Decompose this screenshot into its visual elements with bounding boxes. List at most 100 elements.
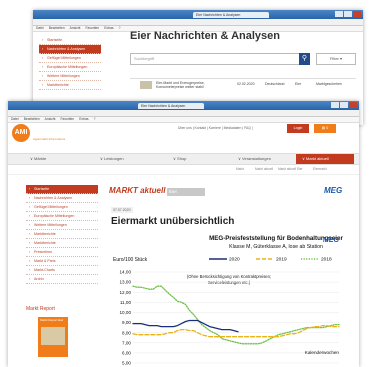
menu-item[interactable]: Datei [11, 117, 19, 121]
subnav-link[interactable]: Markt aktuell [255, 165, 273, 174]
front-sidebar-item[interactable]: Startseite [26, 185, 98, 194]
news-title: Eier-Markt und Erzeugerpreise, Konsumeie… [156, 81, 205, 89]
news-region: Deutschland [265, 82, 285, 86]
nav-item[interactable]: ∨ Markt aktuell [296, 154, 354, 164]
nav-item-label: Leistungen [104, 156, 124, 161]
nav-item-label: Shop [177, 156, 187, 161]
nav-item[interactable]: ∨ Veranstaltungen [238, 154, 271, 164]
menu-item[interactable]: Datei [36, 26, 44, 30]
back-search-button[interactable]: ⚲ [299, 53, 310, 65]
back-window-controls [335, 11, 361, 17]
back-address-bar[interactable] [33, 19, 363, 26]
top-links[interactable]: Über uns | Kontakt | Karriere | Mediadat… [178, 126, 253, 130]
back-heading: Eier Nachrichten & Analysen [130, 30, 280, 42]
meg-logo: MEG [324, 186, 343, 195]
front-sidebar-item[interactable]: Geflügel Mitteilungen [26, 203, 98, 212]
legend-label: 2020 [229, 257, 240, 263]
back-sidebar-item[interactable]: Europäische Mitteilungen [39, 63, 101, 72]
back-browser-tab[interactable]: Eier Nachrichten & Analysen [193, 12, 269, 18]
main-nav: ∨ Märkte ∨ Leistungen ∨ Shop ∨ Veranstaltun… [8, 153, 359, 165]
menu-item[interactable]: Favoriten [85, 26, 99, 30]
markt-report-item: Markt Report Eier [40, 318, 64, 322]
front-window-controls [331, 102, 357, 108]
news-tag: Marktgeschehen [316, 82, 342, 86]
chart-annotation: Serviceleistungen etc.) [208, 280, 251, 285]
back-sidebar-item[interactable]: Nachrichten & Analysen [39, 45, 101, 54]
nav-item[interactable]: ∨ Leistungen [100, 154, 124, 164]
login-button[interactable]: Login [287, 124, 309, 133]
back-sidebar-item[interactable]: Startseite [39, 36, 101, 45]
minimize-icon[interactable] [331, 102, 339, 108]
ami-logo[interactable]: AMI [12, 124, 30, 142]
article-headline: Eiermarkt unübersichtlich [111, 216, 235, 227]
menu-item[interactable]: Ansicht [70, 26, 81, 30]
back-search-input[interactable]: Suchbegriff [130, 53, 301, 65]
y-tick-label: 13,00 [120, 280, 132, 285]
front-browser-tab[interactable]: Eier Nachrichten & Analysen [138, 103, 204, 109]
back-titlebar: Eier Nachrichten & Analysen [33, 10, 363, 19]
x-axis-label: Kalenderwochen [305, 350, 340, 355]
y-tick-label: 7,00 [122, 340, 131, 345]
front-sidebar-item[interactable]: Archiv [26, 275, 98, 284]
menu-item[interactable]: Favoriten [60, 117, 74, 121]
y-tick-label: 12,00 [120, 290, 132, 295]
back-filter-button[interactable]: Filter ▾ [316, 53, 356, 65]
front-sidebar-item[interactable]: Preisreihen [26, 248, 98, 257]
front-sidebar-item[interactable]: Weitere Mitteilungen [26, 221, 98, 230]
back-sidebar-item[interactable]: Weitere Mitteilungen [39, 72, 101, 81]
menu-item[interactable]: ? [119, 26, 121, 30]
brand-bar: MARKT aktuell Eier MEG [109, 185, 351, 199]
markt-aktuell-title: MARKT aktuell [109, 186, 166, 195]
cart-button[interactable]: ▤ 0 [314, 124, 336, 133]
front-sidebar-item[interactable]: Marktberichte [26, 230, 98, 239]
menu-item[interactable]: Extras [79, 117, 88, 121]
front-browser-window: Eier Nachrichten & Analysen Datei Bearbei… [8, 101, 359, 367]
maximize-icon[interactable] [344, 11, 352, 17]
front-sidebar-item[interactable]: Nachrichten & Analysen [26, 194, 98, 203]
menu-item[interactable]: Bearbeiten [24, 117, 40, 121]
nav-item[interactable]: ∨ Märkte [30, 154, 46, 164]
menu-item[interactable]: ? [94, 117, 96, 121]
legend-label: 2019 [276, 257, 287, 263]
menu-item[interactable]: Extras [104, 26, 113, 30]
subnav-link[interactable]: Markt aktuell Eier [278, 165, 303, 174]
brand-suffix-badge: Eier [167, 188, 205, 196]
subnav-link[interactable]: Markt [236, 165, 244, 174]
close-icon[interactable] [349, 102, 357, 108]
sub-nav: Markt Markt aktuell Markt aktuell Eier Eier… [8, 165, 359, 175]
back-sidebar-item[interactable]: Geflügel Mitteilungen [39, 54, 101, 63]
back-sidebar-item[interactable]: Marktberichte [39, 81, 101, 90]
price-chart: MEG-Preisfeststellung für Bodenhaltungse… [113, 235, 343, 366]
filter-label: Filter [329, 56, 339, 61]
markt-report-heading: Markt Report [26, 306, 55, 312]
markt-report-cover[interactable]: Markt Report Eier [38, 317, 68, 357]
menu-item[interactable]: Ansicht [45, 117, 56, 121]
y-tick-label: 14,00 [120, 270, 132, 275]
front-sidebar-item[interactable]: Europäische Mitteilungen [26, 212, 98, 221]
front-sidebar-item[interactable]: Markt & Preis [26, 257, 98, 266]
front-sidebar: StartseiteNachrichten & AnalysenGeflügel… [26, 185, 98, 284]
front-address-bar[interactable] [8, 110, 359, 117]
news-category: Eier [295, 82, 302, 86]
cart-count: 0 [326, 126, 329, 130]
logo-text: AMI [14, 129, 28, 136]
front-sidebar-item[interactable]: Marktberichte [26, 239, 98, 248]
y-axis-label: Euro/100 Stück [113, 257, 148, 263]
front-sidebar-item[interactable]: Markt-Charts [26, 266, 98, 275]
nav-item[interactable]: ∨ Shop [173, 154, 186, 164]
series-line-2018 [132, 285, 340, 345]
subnav-link[interactable]: Eiermarkt [313, 165, 327, 174]
chart-meg-logo: MEG [323, 237, 340, 244]
close-icon[interactable] [353, 11, 361, 17]
menu-item[interactable]: Bearbeiten [49, 26, 65, 30]
back-news-row[interactable]: Eier-Markt und Erzeugerpreise, Konsumeie… [130, 78, 356, 91]
y-tick-label: 11,00 [120, 300, 132, 305]
y-tick-label: 5,00 [122, 361, 131, 366]
logo-subtitle: Agrarmarkt Informations [33, 137, 66, 141]
news-date: 02.02.2020 [237, 82, 255, 86]
chart-subtitle: Klasse M, Güterklasse A, lose ab Station [229, 244, 323, 250]
legend-label: 2018 [321, 257, 332, 263]
minimize-icon[interactable] [335, 11, 343, 17]
maximize-icon[interactable] [340, 102, 348, 108]
news-thumbnail [140, 81, 152, 89]
